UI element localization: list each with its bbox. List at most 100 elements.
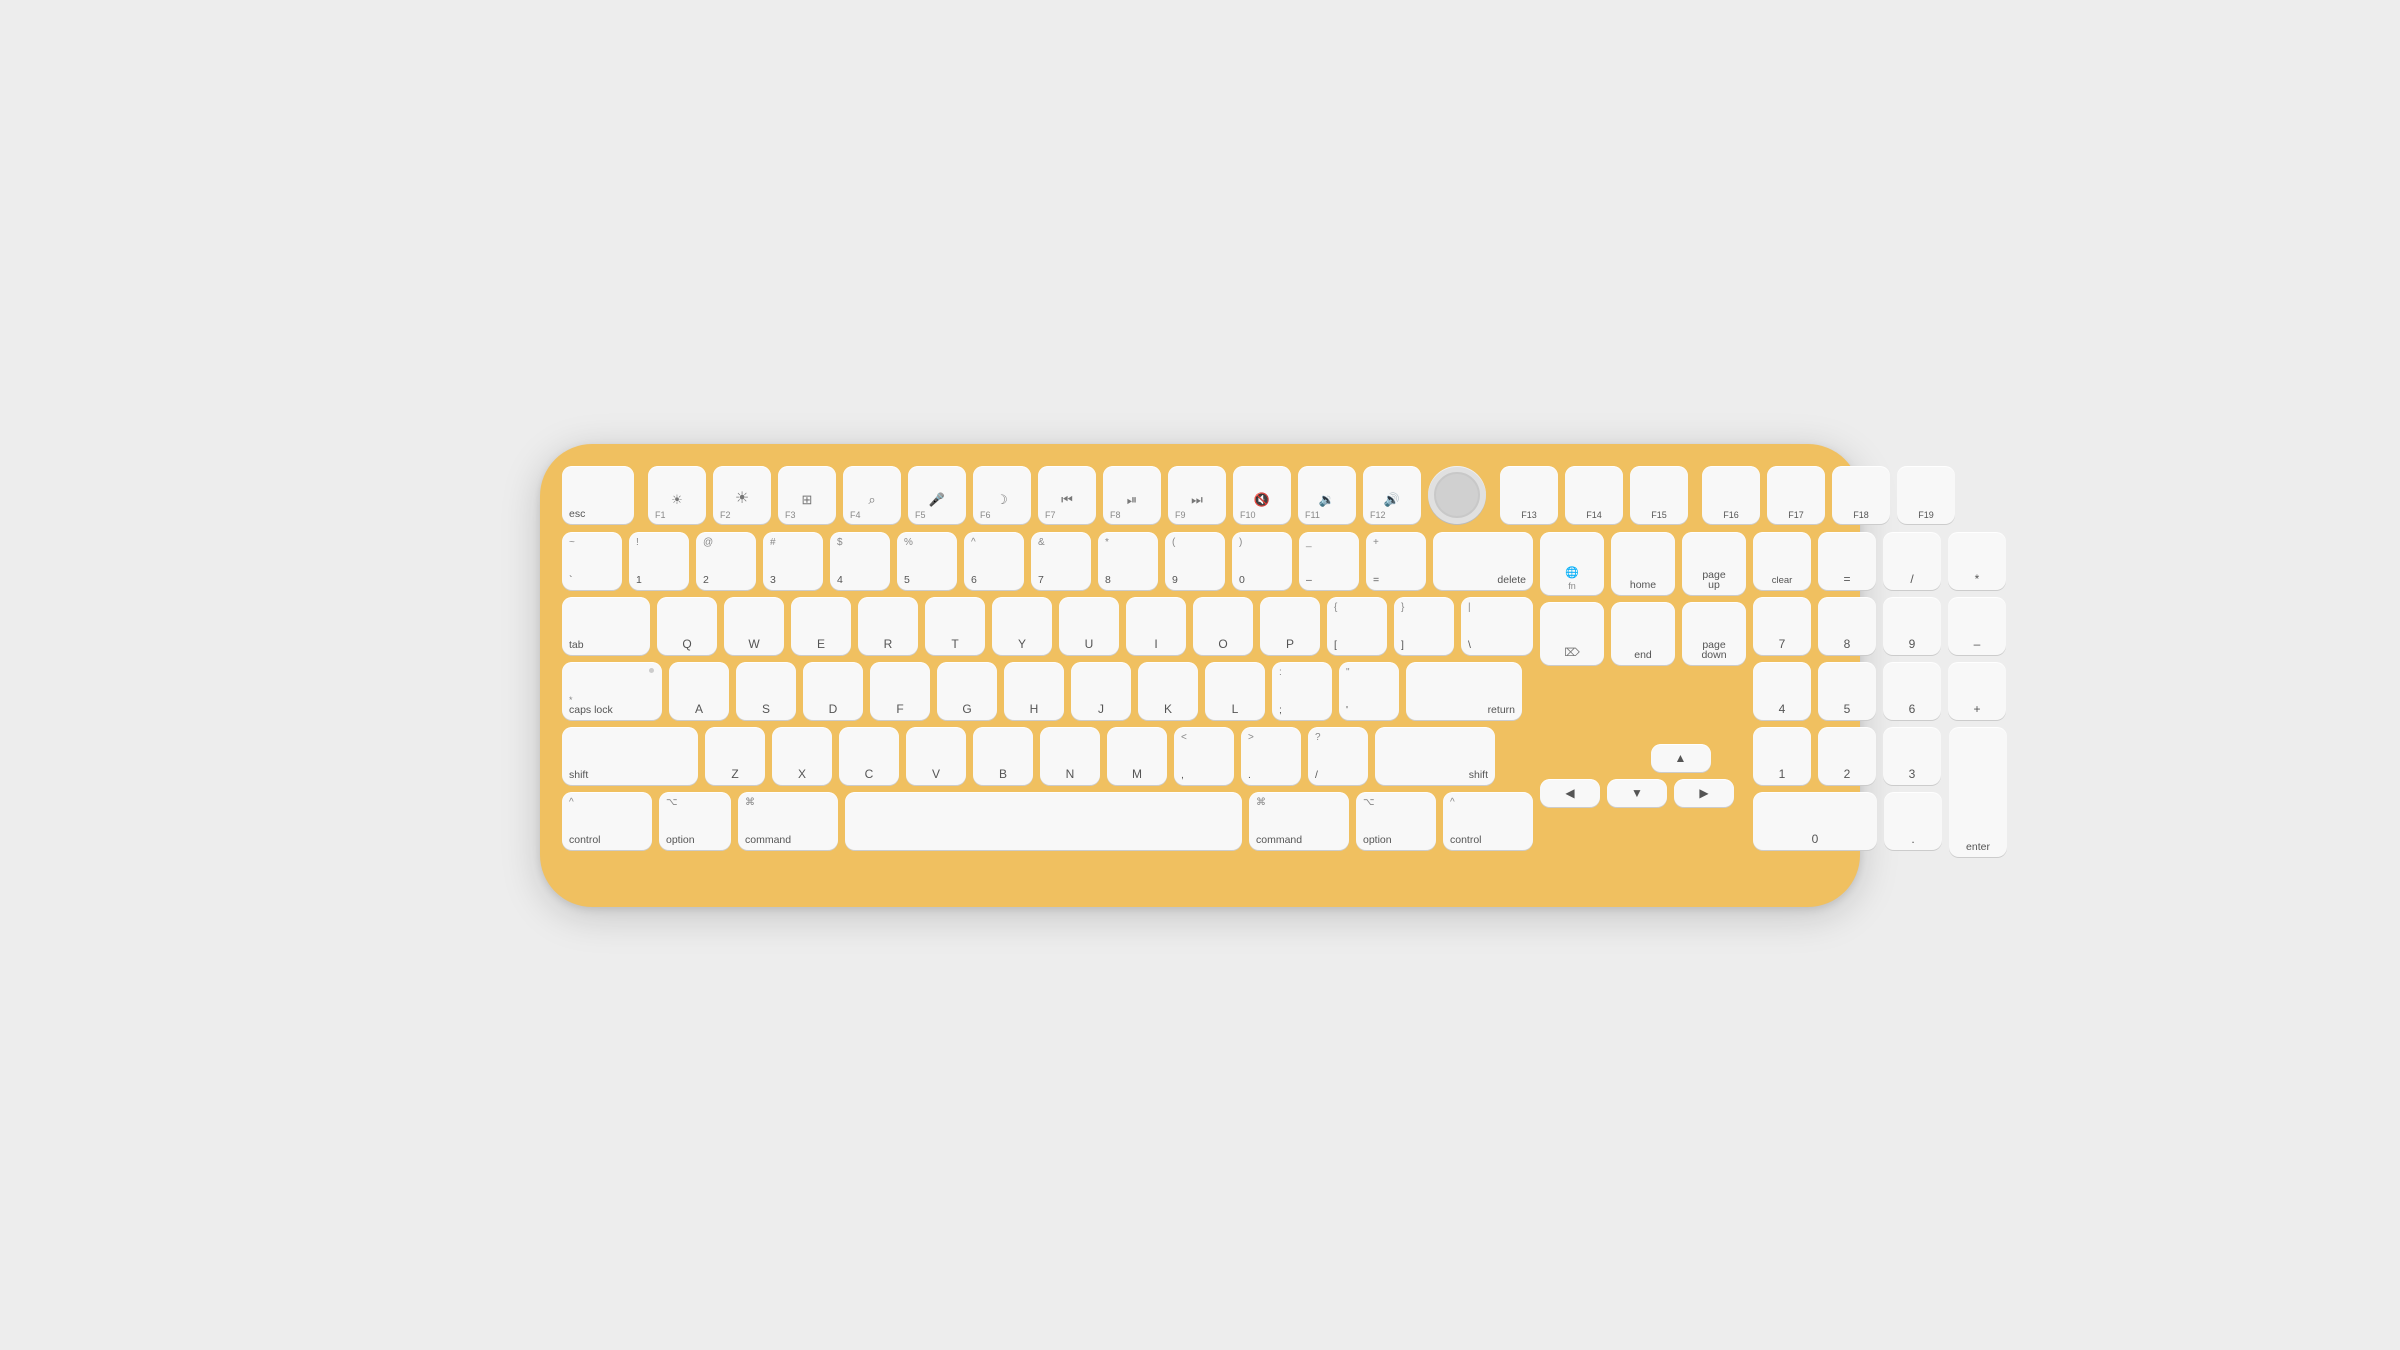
key-f17[interactable]: F17	[1767, 466, 1825, 524]
key-command-right[interactable]: ⌘ command	[1249, 792, 1349, 850]
key-6[interactable]: ^ 6	[964, 532, 1024, 590]
key-numpad-0[interactable]: 0	[1753, 792, 1877, 850]
key-control-right[interactable]: ^ control	[1443, 792, 1533, 850]
key-p[interactable]: P	[1260, 597, 1320, 655]
key-numpad-enter[interactable]: enter	[1949, 727, 2007, 857]
key-numpad-1[interactable]: 1	[1753, 727, 1811, 785]
key-numpad-7[interactable]: 7	[1753, 597, 1811, 655]
key-slash[interactable]: ? /	[1308, 727, 1368, 785]
key-f10[interactable]: 🔇 F10	[1233, 466, 1291, 524]
key-shift-right[interactable]: shift	[1375, 727, 1495, 785]
key-option-right[interactable]: ⌥ option	[1356, 792, 1436, 850]
key-k[interactable]: K	[1138, 662, 1198, 720]
key-tab[interactable]: tab	[562, 597, 650, 655]
key-b[interactable]: B	[973, 727, 1033, 785]
key-arrow-right[interactable]: ▶	[1674, 779, 1734, 807]
key-i[interactable]: I	[1126, 597, 1186, 655]
key-3[interactable]: # 3	[763, 532, 823, 590]
key-5[interactable]: % 5	[897, 532, 957, 590]
key-f7[interactable]: ⏮ F7	[1038, 466, 1096, 524]
key-a[interactable]: A	[669, 662, 729, 720]
key-f9[interactable]: ⏭ F9	[1168, 466, 1226, 524]
key-f16[interactable]: F16	[1702, 466, 1760, 524]
key-q[interactable]: Q	[657, 597, 717, 655]
key-t[interactable]: T	[925, 597, 985, 655]
key-numpad-3[interactable]: 3	[1883, 727, 1941, 785]
key-numpad-minus[interactable]: –	[1948, 597, 2006, 655]
key-numpad-divide[interactable]: /	[1883, 532, 1941, 590]
key-numpad-multiply[interactable]: *	[1948, 532, 2006, 590]
key-control-left[interactable]: ^ control	[562, 792, 652, 850]
key-return[interactable]: return	[1406, 662, 1522, 720]
key-h[interactable]: H	[1004, 662, 1064, 720]
key-z[interactable]: Z	[705, 727, 765, 785]
key-f12[interactable]: 🔊 F12	[1363, 466, 1421, 524]
key-f8[interactable]: ⏯ F8	[1103, 466, 1161, 524]
key-4[interactable]: $ 4	[830, 532, 890, 590]
key-f2[interactable]: ☀ F2	[713, 466, 771, 524]
key-f6[interactable]: ☽ F6	[973, 466, 1031, 524]
key-space[interactable]	[845, 792, 1242, 850]
key-numpad-2[interactable]: 2	[1818, 727, 1876, 785]
key-end[interactable]: end	[1611, 602, 1675, 665]
key-pageup[interactable]: page up	[1682, 532, 1746, 595]
key-f15[interactable]: F15	[1630, 466, 1688, 524]
key-shift-left[interactable]: shift	[562, 727, 698, 785]
key-v[interactable]: V	[906, 727, 966, 785]
key-fn[interactable]: 🌐 fn	[1540, 532, 1604, 595]
key-numpad-5[interactable]: 5	[1818, 662, 1876, 720]
key-x[interactable]: X	[772, 727, 832, 785]
key-capslock[interactable]: * caps lock	[562, 662, 662, 720]
key-f13[interactable]: F13	[1500, 466, 1558, 524]
key-e[interactable]: E	[791, 597, 851, 655]
key-rbracket[interactable]: } ]	[1394, 597, 1454, 655]
key-n[interactable]: N	[1040, 727, 1100, 785]
key-2[interactable]: @ 2	[696, 532, 756, 590]
key-numpad-equals[interactable]: =	[1818, 532, 1876, 590]
key-numpad-plus[interactable]: +	[1948, 662, 2006, 720]
key-l[interactable]: L	[1205, 662, 1265, 720]
key-home[interactable]: home	[1611, 532, 1675, 595]
key-s[interactable]: S	[736, 662, 796, 720]
key-f[interactable]: F	[870, 662, 930, 720]
key-numpad-dot[interactable]: .	[1884, 792, 1942, 850]
key-arrow-left[interactable]: ◀	[1540, 779, 1600, 807]
key-w[interactable]: W	[724, 597, 784, 655]
key-semicolon[interactable]: : ;	[1272, 662, 1332, 720]
key-r[interactable]: R	[858, 597, 918, 655]
key-u[interactable]: U	[1059, 597, 1119, 655]
key-backtick[interactable]: ~ `	[562, 532, 622, 590]
key-esc[interactable]: esc	[562, 466, 634, 524]
key-numpad-9[interactable]: 9	[1883, 597, 1941, 655]
key-f1[interactable]: ☀ F1	[648, 466, 706, 524]
key-d[interactable]: D	[803, 662, 863, 720]
key-f4[interactable]: ⌕ F4	[843, 466, 901, 524]
key-j[interactable]: J	[1071, 662, 1131, 720]
key-command-left[interactable]: ⌘ command	[738, 792, 838, 850]
key-f18[interactable]: F18	[1832, 466, 1890, 524]
key-f3[interactable]: ⊞ F3	[778, 466, 836, 524]
key-0[interactable]: ) 0	[1232, 532, 1292, 590]
key-o[interactable]: O	[1193, 597, 1253, 655]
key-c[interactable]: C	[839, 727, 899, 785]
key-1[interactable]: ! 1	[629, 532, 689, 590]
key-numpad-4[interactable]: 4	[1753, 662, 1811, 720]
key-g[interactable]: G	[937, 662, 997, 720]
key-8[interactable]: * 8	[1098, 532, 1158, 590]
key-del-forward[interactable]: ⌦	[1540, 602, 1604, 665]
key-arrow-down[interactable]: ▼	[1607, 779, 1667, 807]
key-delete[interactable]: delete	[1433, 532, 1533, 590]
key-f11[interactable]: 🔉 F11	[1298, 466, 1356, 524]
key-f5[interactable]: 🎤 F5	[908, 466, 966, 524]
key-quote[interactable]: " '	[1339, 662, 1399, 720]
key-equals[interactable]: + =	[1366, 532, 1426, 590]
key-f19[interactable]: F19	[1897, 466, 1955, 524]
key-comma[interactable]: < ,	[1174, 727, 1234, 785]
key-f14[interactable]: F14	[1565, 466, 1623, 524]
key-arrow-up[interactable]: ▲	[1651, 744, 1711, 772]
key-lbracket[interactable]: { [	[1327, 597, 1387, 655]
touch-id-button[interactable]	[1428, 466, 1486, 524]
key-minus[interactable]: _ –	[1299, 532, 1359, 590]
key-backslash[interactable]: | \	[1461, 597, 1533, 655]
key-m[interactable]: M	[1107, 727, 1167, 785]
